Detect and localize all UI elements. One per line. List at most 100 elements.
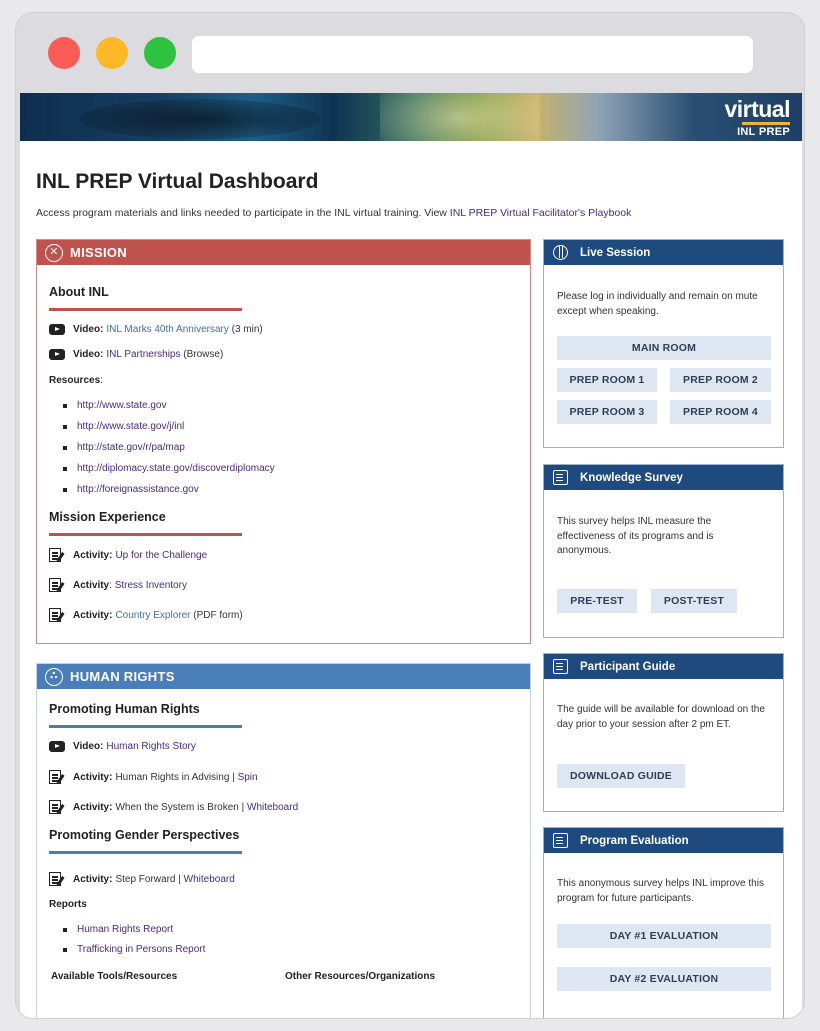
human-rights-icon: ∴ [45, 667, 63, 686]
prep-room-1-button[interactable]: PREP ROOM 1 [557, 368, 657, 392]
activity-label: Activity: [73, 550, 113, 561]
mission-icon: ✕ [45, 243, 63, 262]
inl-40th-anniversary-link[interactable]: INL Marks 40th Anniversary [106, 324, 228, 335]
browser-chrome [16, 13, 804, 93]
prep-room-4-button[interactable]: PREP ROOM 4 [670, 400, 771, 424]
resource-item: http://www.state.gov/j/inl [63, 421, 184, 432]
pre-test-button[interactable]: PRE-TEST [557, 589, 637, 613]
inl-partnerships-link[interactable]: INL Partnerships [106, 349, 180, 360]
bullet [63, 424, 67, 429]
pdf-form-note: (PDF form) [193, 610, 243, 621]
live-session-header: Live Session [544, 240, 783, 265]
page-title: INL PREP Virtual Dashboard [36, 170, 319, 193]
mission-experience-divider [49, 533, 242, 536]
resource-link[interactable]: http://www.state.gov [77, 400, 167, 411]
video-play-icon [49, 324, 65, 335]
activity-icon [49, 800, 65, 815]
activity-icon [49, 548, 65, 563]
knowledge-survey-title: Knowledge Survey [580, 471, 683, 484]
knowledge-survey-card: Knowledge Survey This survey helps INL m… [543, 464, 784, 638]
resource-link[interactable]: http://diplomacy.state.gov/discoverdiplo… [77, 463, 275, 474]
about-inl-heading: About INL [49, 285, 109, 299]
bullet [63, 927, 67, 932]
participant-guide-header: Participant Guide [544, 654, 783, 679]
resource-item: http://state.gov/r/pa/map [63, 442, 185, 453]
video-label: Video: [73, 324, 104, 335]
resources-label-text: Resources [49, 375, 101, 386]
day-1-evaluation-button[interactable]: DAY #1 EVALUATION [557, 924, 771, 948]
activity-label: Activity [73, 580, 110, 591]
promoting-human-rights-divider [49, 725, 242, 728]
resources-colon: : [100, 375, 103, 386]
knowledge-survey-header: Knowledge Survey [544, 465, 783, 490]
activity-human-rights-advising: Activity: Human Rights in Advising | Spi… [49, 770, 258, 785]
mission-section: ✕ MISSION About INL Video: INL Marks 40t… [36, 239, 531, 644]
bullet [63, 466, 67, 471]
activity-colon: : [109, 580, 112, 591]
spin-link[interactable]: Spin [238, 772, 258, 783]
video-play-icon [49, 741, 65, 752]
resource-item: http://www.state.gov [63, 400, 167, 411]
activity-label: Activity: [73, 802, 113, 813]
knowledge-survey-text: This survey helps INL measure the effect… [557, 516, 714, 556]
intro-text-body: Access program materials and links neede… [36, 207, 450, 219]
video-label: Video: [73, 349, 104, 360]
video-human-rights-story: Video: Human Rights Story [49, 741, 196, 752]
human-rights-section: ∴ HUMAN RIGHTS Promoting Human Rights Vi… [36, 663, 531, 1018]
guide-icon [553, 659, 568, 674]
video-label: Video: [73, 741, 104, 752]
virtual-inl-prep-logo: virtual INL PREP [724, 97, 790, 138]
minimize-window-button[interactable] [96, 37, 128, 69]
intro-text: Access program materials and links neede… [36, 207, 631, 219]
mission-experience-heading: Mission Experience [49, 510, 166, 524]
resources-label: Resources: [49, 375, 103, 386]
resource-link[interactable]: http://state.gov/r/pa/map [77, 442, 185, 453]
resource-item: http://foreignassistance.gov [63, 484, 199, 495]
prep-room-2-button[interactable]: PREP ROOM 2 [670, 368, 771, 392]
activity-country-explorer: Activity: Country Explorer (PDF form) [49, 608, 243, 623]
program-evaluation-text: This anonymous survey helps INL improve … [557, 878, 764, 904]
activity-label: Activity: [73, 874, 113, 885]
live-session-card: Live Session Please log in individually … [543, 239, 784, 448]
stress-inventory-link[interactable]: Stress Inventory [115, 580, 187, 591]
about-inl-divider [49, 308, 242, 311]
prep-room-3-button[interactable]: PREP ROOM 3 [557, 400, 657, 424]
other-resources-label: Other Resources/Organizations [285, 971, 436, 982]
country-explorer-link[interactable]: Country Explorer [115, 610, 190, 621]
trafficking-report-link[interactable]: Trafficking in Persons Report [77, 944, 205, 955]
gender-perspectives-heading: Promoting Gender Perspectives [49, 828, 240, 842]
reports-label: Reports [49, 899, 87, 910]
bullet [63, 403, 67, 408]
live-session-text: Please log in individually and remain on… [557, 291, 758, 317]
whiteboard-link[interactable]: Whiteboard [247, 802, 298, 813]
activity-stress-inventory: Activity: Stress Inventory [49, 578, 187, 593]
human-rights-story-link[interactable]: Human Rights Story [106, 741, 195, 752]
activity-step-forward: Activity: Step Forward | Whiteboard [49, 872, 235, 887]
activity-icon [49, 608, 65, 623]
resource-link[interactable]: http://foreignassistance.gov [77, 484, 199, 495]
close-window-button[interactable] [48, 37, 80, 69]
participant-guide-title: Participant Guide [580, 660, 676, 673]
video-inl-40th: Video: INL Marks 40th Anniversary (3 min… [49, 324, 263, 335]
report-item: Trafficking in Persons Report [63, 944, 205, 955]
activity-text: Human Rights in Advising | [115, 772, 235, 783]
post-test-button[interactable]: POST-TEST [651, 589, 737, 613]
logo-underline [742, 122, 790, 125]
facilitator-playbook-link[interactable]: INL PREP Virtual Facilitator's Playbook [450, 207, 632, 219]
logo-word: virtual [724, 96, 790, 122]
whiteboard-link[interactable]: Whiteboard [184, 874, 235, 885]
evaluation-icon [553, 833, 568, 848]
browser-window: virtual INL PREP INL PREP Virtual Dashbo… [15, 12, 805, 1019]
main-room-button[interactable]: MAIN ROOM [557, 336, 771, 360]
up-for-the-challenge-link[interactable]: Up for the Challenge [115, 550, 207, 561]
resource-link[interactable]: http://www.state.gov/j/inl [77, 421, 184, 432]
maximize-window-button[interactable] [144, 37, 176, 69]
address-bar[interactable] [192, 36, 753, 73]
page-content: virtual INL PREP INL PREP Virtual Dashbo… [20, 93, 802, 1018]
gender-perspectives-divider [49, 851, 242, 854]
day-2-evaluation-button[interactable]: DAY #2 EVALUATION [557, 967, 771, 991]
download-guide-button[interactable]: DOWNLOAD GUIDE [557, 764, 685, 788]
bullet [63, 445, 67, 450]
human-rights-report-link[interactable]: Human Rights Report [77, 924, 173, 935]
resource-item: http://diplomacy.state.gov/discoverdiplo… [63, 463, 275, 474]
